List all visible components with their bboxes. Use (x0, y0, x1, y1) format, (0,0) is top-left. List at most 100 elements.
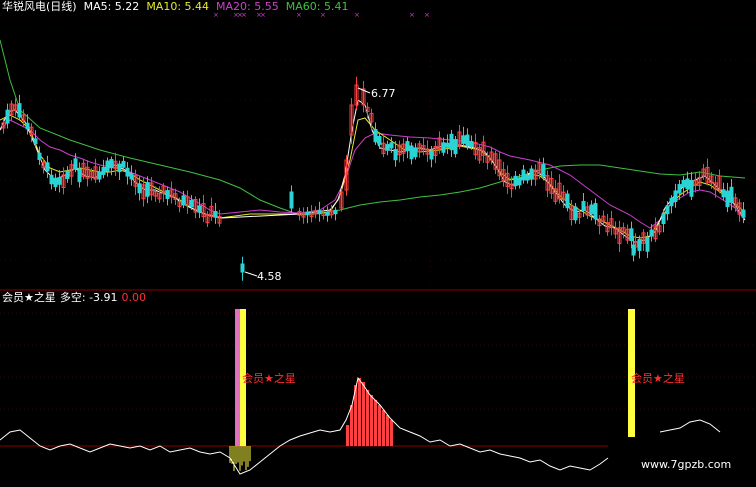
oscillator-line-end (659, 419, 721, 433)
candle-body (441, 142, 446, 153)
candle-body (661, 213, 666, 225)
candle-body (517, 177, 522, 186)
candle-body (240, 263, 245, 273)
candle-body (581, 200, 586, 212)
kline-chart-svg[interactable]: × ××× ×× × × × × × 6.77 4.58 会员★之星 会员★之星 www.7g… (0, 0, 756, 487)
candle-body (685, 178, 690, 190)
main-chart-legend: 华锐风电(日线) MA5: 5.22 MA10: 5.44 MA20: 5.55 MA6… (2, 0, 355, 14)
candle-body (669, 197, 674, 207)
candle-body (413, 147, 418, 158)
candle-body (129, 173, 134, 180)
candle-body (469, 140, 474, 148)
candle-body (631, 244, 636, 256)
candle-body (729, 186, 734, 203)
candle-body (465, 134, 470, 147)
candlesticks (1, 76, 746, 281)
oscillator-line (0, 376, 609, 475)
candle-body (589, 204, 594, 215)
indicator-legend: 会员★之星 多空: -3.91 0.00 (2, 291, 150, 305)
candle-body (521, 169, 526, 181)
candle-body (445, 142, 450, 148)
moving-averages: × ××× ×× × × × × × (0, 11, 746, 243)
candle-body (197, 205, 202, 213)
ma20-label: MA20: 5.55 (216, 0, 279, 13)
candle-body (289, 191, 294, 209)
candle-body (137, 183, 142, 194)
candle-body (17, 103, 22, 118)
candle-body (45, 162, 50, 172)
candle-body (529, 168, 534, 180)
candle-body (317, 210, 322, 215)
price-high-label: 6.77 (371, 87, 396, 100)
candle-body (333, 209, 338, 215)
red-hump-bar (374, 400, 377, 446)
price-low-marker: 4.58 (244, 270, 282, 283)
watermark-text: www.7gpzb.com (641, 458, 731, 471)
red-hump-bar (366, 390, 369, 446)
candle-body (721, 189, 726, 198)
signal-marker: × (409, 11, 415, 19)
indicator-annotation-1: 会员★之星 (242, 371, 296, 385)
candle-body (385, 144, 390, 151)
candle-body (305, 211, 310, 216)
candle-body (741, 209, 746, 218)
candle-body (73, 158, 78, 170)
candle-body (33, 138, 38, 145)
candle-body (49, 174, 54, 185)
candle-body (373, 129, 378, 143)
candle-body (453, 139, 458, 155)
candle-body (125, 167, 130, 177)
candle-body (181, 195, 186, 206)
red-hump-bar (346, 425, 349, 446)
candle-body (65, 170, 70, 179)
stock-title: 华锐风电(日线) (2, 0, 77, 13)
indicator-value-2: 0.00 (121, 291, 147, 304)
candle-body (213, 211, 218, 218)
candle-body (105, 160, 110, 172)
candle-body (637, 239, 642, 251)
candle-body (5, 109, 10, 124)
red-hump-bar (382, 410, 385, 446)
red-hump-bar (378, 405, 381, 446)
candle-body (681, 179, 686, 188)
candle-body (25, 122, 30, 130)
indicator-panel (0, 309, 721, 475)
candle-body (409, 145, 414, 160)
red-hump-bar (358, 378, 361, 446)
candle-body (525, 174, 530, 181)
candle-body (689, 179, 694, 197)
indicator-name: 会员★之星 (2, 291, 56, 304)
candle-body (461, 135, 466, 144)
candle-body (405, 141, 410, 152)
candle-body (629, 228, 634, 242)
candle-body (53, 177, 58, 188)
candle-body (429, 150, 434, 160)
candle-body (189, 199, 194, 208)
candle-body (145, 182, 150, 197)
candle-body (165, 190, 170, 199)
candle-body (645, 236, 650, 252)
candle-body (649, 229, 654, 237)
candle-body (109, 159, 114, 169)
candle-body (565, 193, 570, 209)
ma10-line (0, 114, 746, 239)
candle-body (665, 205, 670, 215)
candle-body (37, 152, 42, 161)
signal-bar-pink (235, 309, 240, 446)
ma10-label: MA10: 5.44 (146, 0, 210, 13)
indicator-annotation-2: 会员★之星 (631, 371, 685, 385)
duokong-value: 多空: -3.91 (59, 291, 118, 304)
candle-body (393, 149, 398, 161)
candle-body (117, 163, 122, 173)
candle-body (77, 168, 82, 183)
candle-body (101, 166, 106, 175)
candle-body (513, 175, 518, 187)
red-hump-bar (350, 405, 353, 446)
candle-body (541, 164, 546, 177)
candle-body (449, 133, 454, 151)
price-low-label: 4.58 (257, 270, 282, 283)
ma5-label: MA5: 5.22 (83, 0, 140, 13)
red-hump-bar (370, 395, 373, 446)
candle-body (121, 160, 126, 168)
candle-body (97, 171, 102, 180)
